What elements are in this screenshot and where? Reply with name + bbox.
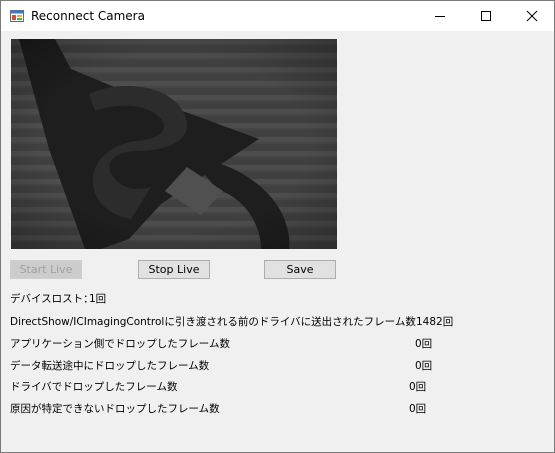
title-bar[interactable]: Reconnect Camera — [1, 1, 554, 31]
unknown-dropped-frames-value: 0回 — [409, 403, 427, 415]
stop-live-button[interactable]: Stop Live — [138, 260, 210, 279]
minimize-button[interactable] — [417, 1, 463, 31]
close-icon — [526, 10, 538, 22]
minimize-icon — [435, 16, 445, 17]
driver-dropped-frames-label: ドライバでドロップしたフレーム数 — [10, 381, 178, 393]
unknown-dropped-frames-label: 原因が特定できないドロップしたフレーム数 — [10, 403, 220, 415]
camera-preview — [11, 39, 337, 249]
maximize-icon — [481, 11, 491, 21]
start-live-button[interactable]: Start Live — [10, 260, 82, 279]
driver-delivered-frames-value: 1482回 — [416, 316, 454, 328]
driver-delivered-frames-label: DirectShow/ICImagingControlに引き渡される前のドライバ… — [10, 316, 416, 328]
app-dropped-frames-value: 0回 — [415, 338, 433, 350]
close-button[interactable] — [509, 1, 555, 31]
transfer-dropped-frames-label: データ転送途中にドロップしたフレーム数 — [10, 360, 210, 372]
reconnect-camera-window: Reconnect Camera Start Live Stop Live Sa… — [0, 0, 555, 453]
maximize-button[interactable] — [463, 1, 509, 31]
transfer-dropped-frames-value: 0回 — [415, 360, 433, 372]
app-dropped-frames-label: アプリケーション側でドロップしたフレーム数 — [10, 338, 230, 350]
window-app-icon — [10, 10, 24, 22]
window-title: Reconnect Camera — [31, 9, 145, 23]
driver-dropped-frames-value: 0回 — [409, 381, 427, 393]
device-lost-label: デバイスロスト： — [10, 293, 94, 305]
camera-frame-image — [11, 39, 337, 249]
save-button[interactable]: Save — [264, 260, 336, 279]
device-lost-value: 1回 — [89, 293, 107, 305]
